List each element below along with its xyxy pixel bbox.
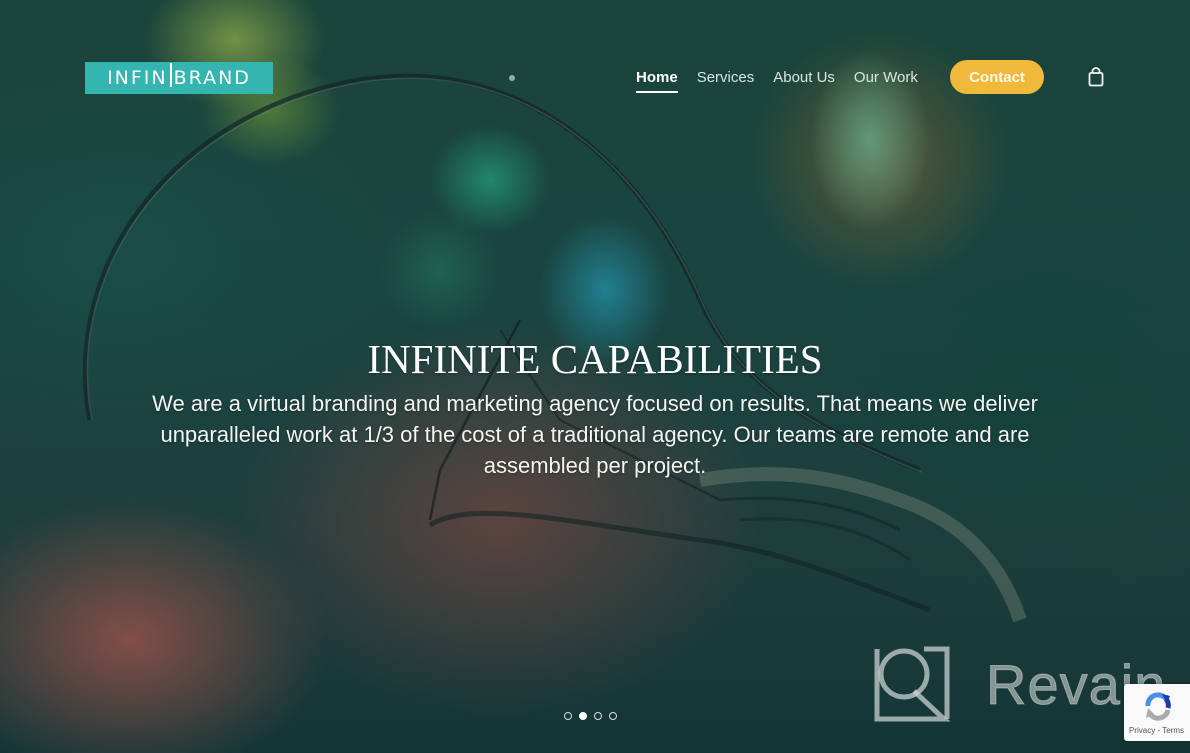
nav-item-about-us[interactable]: About Us bbox=[773, 63, 835, 92]
infinibrand-logo[interactable]: INFIN BRAND bbox=[85, 62, 273, 94]
contact-button[interactable]: Contact bbox=[950, 60, 1044, 94]
logo-divider bbox=[169, 63, 172, 87]
recaptcha-links: Privacy - Terms bbox=[1129, 726, 1184, 735]
hero-title: INFINITE CAPABILITIES bbox=[367, 336, 823, 382]
slider-dot-4[interactable] bbox=[609, 712, 617, 720]
slider-dot-3[interactable] bbox=[594, 712, 602, 720]
slider-dot-2[interactable] bbox=[579, 712, 587, 720]
logo-text-right: BRAND bbox=[173, 67, 251, 89]
hero-description: We are a virtual branding and marketing … bbox=[152, 391, 1038, 478]
slider-dot-1[interactable] bbox=[564, 712, 572, 720]
recaptcha-privacy-link[interactable]: Privacy bbox=[1129, 726, 1155, 735]
nav-item-our-work[interactable]: Our Work bbox=[854, 63, 918, 92]
recaptcha-badge[interactable]: Privacy - Terms bbox=[1124, 684, 1190, 741]
recaptcha-terms-link[interactable]: Terms bbox=[1162, 726, 1184, 735]
main-navigation: Home Services About Us Our Work bbox=[636, 60, 937, 94]
recaptcha-icon bbox=[1145, 692, 1171, 721]
logo-text-left: INFIN bbox=[107, 67, 168, 89]
slider-pagination bbox=[564, 712, 617, 720]
nav-item-services[interactable]: Services bbox=[697, 63, 755, 92]
nav-item-home[interactable]: Home bbox=[636, 63, 678, 93]
shopping-bag-icon[interactable] bbox=[1087, 67, 1105, 87]
